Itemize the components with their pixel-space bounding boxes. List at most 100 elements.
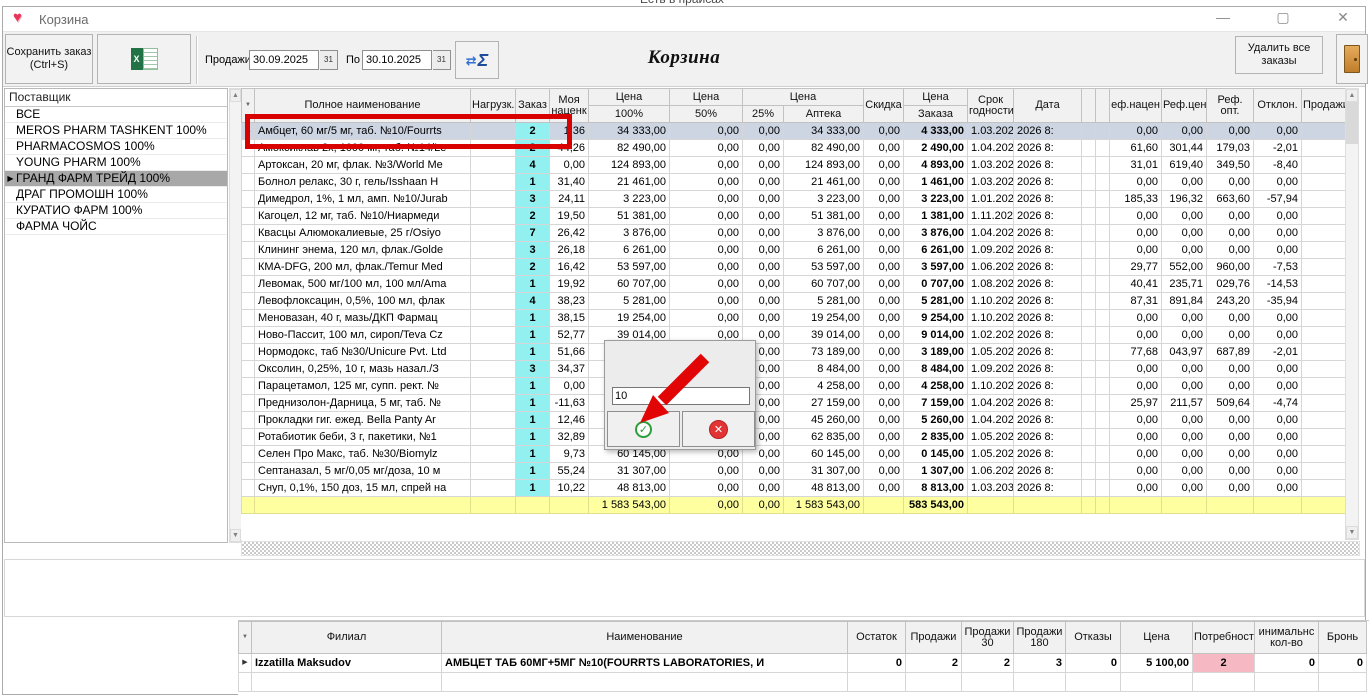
cell-order-price[interactable]: 5 260,00 — [904, 412, 968, 429]
row-marker[interactable] — [242, 225, 255, 242]
cell-sales[interactable] — [1302, 327, 1346, 344]
cell-date[interactable]: 2026 8: — [1014, 140, 1082, 157]
cell-date[interactable]: 2026 8: — [1014, 412, 1082, 429]
cell-ref-markup[interactable]: 0,00 — [1110, 123, 1162, 140]
cell-load[interactable] — [471, 208, 516, 225]
cell-ref-markup[interactable]: 40,41 — [1110, 276, 1162, 293]
cell-ref-price[interactable]: 0,00 — [1162, 123, 1207, 140]
cell-ref-opt[interactable]: 349,50 — [1207, 157, 1254, 174]
cell-apteka[interactable]: 27 159,00 — [784, 395, 864, 412]
cell-ref-opt[interactable]: 0,00 — [1207, 361, 1254, 378]
row-marker[interactable] — [242, 259, 255, 276]
cell-ref-opt[interactable]: 0,00 — [1207, 174, 1254, 191]
cell-apteka[interactable]: 3 876,00 — [784, 225, 864, 242]
cell-name[interactable]: Прокладки гиг. ежед. Bella Panty Ar — [255, 412, 471, 429]
cell-ref-price[interactable]: 552,00 — [1162, 259, 1207, 276]
cell-branch[interactable]: Izzatilla Maksudov — [252, 654, 442, 673]
row-marker[interactable] — [242, 157, 255, 174]
cell-price100[interactable]: 3 223,00 — [589, 191, 670, 208]
column-header[interactable]: 25% — [743, 106, 784, 123]
cell-markup[interactable]: 0,00 — [550, 157, 589, 174]
cell-sales[interactable] — [1302, 276, 1346, 293]
cell-date[interactable]: 2026 8: — [1014, 225, 1082, 242]
cell-ref-markup[interactable]: 0,00 — [1110, 412, 1162, 429]
cell-ref-markup[interactable]: 0,00 — [1110, 310, 1162, 327]
cell-sales[interactable] — [1302, 174, 1346, 191]
cell-order[interactable]: 1 — [516, 412, 550, 429]
cell-blank[interactable] — [1096, 157, 1110, 174]
cell-order[interactable]: 2 — [516, 123, 550, 140]
cell-discount[interactable]: 0,00 — [864, 378, 904, 395]
cell-deviation[interactable]: 0,00 — [1254, 225, 1302, 242]
cell-refusals[interactable]: 0 — [1066, 654, 1121, 673]
cell-order[interactable]: 3 — [516, 242, 550, 259]
cell-expiry[interactable]: 1.10.202 — [968, 293, 1014, 310]
cell-blank[interactable] — [1082, 157, 1096, 174]
cell-blank[interactable] — [1096, 140, 1110, 157]
column-header[interactable]: Филиал — [252, 622, 442, 654]
cell-sales[interactable] — [1302, 310, 1346, 327]
row-marker[interactable] — [242, 327, 255, 344]
cell-price25[interactable]: 0,00 — [743, 242, 784, 259]
row-marker[interactable] — [242, 361, 255, 378]
cell-ref-price[interactable]: 0,00 — [1162, 361, 1207, 378]
cell-sales[interactable] — [1302, 378, 1346, 395]
cell-order[interactable]: 2 — [516, 140, 550, 157]
cell-markup[interactable]: 26,42 — [550, 225, 589, 242]
cell-sales[interactable] — [1302, 157, 1346, 174]
cell-ref-price[interactable]: 043,97 — [1162, 344, 1207, 361]
cell-expiry[interactable]: 1.09.202 — [968, 242, 1014, 259]
cell-discount[interactable]: 0,00 — [864, 174, 904, 191]
cell-sales[interactable] — [1302, 225, 1346, 242]
cell-blank[interactable] — [1082, 225, 1096, 242]
cell-price50[interactable]: 0,00 — [670, 157, 743, 174]
cell-price100[interactable]: 21 461,00 — [589, 174, 670, 191]
column-header[interactable]: Аптека — [784, 106, 864, 123]
cell-blank[interactable] — [1096, 480, 1110, 497]
cell-ref-markup[interactable]: 0,00 — [1110, 361, 1162, 378]
grid-row[interactable]: Артоксан, 20 мг, флак. №3/World Me40,001… — [242, 157, 1346, 174]
cell-ref-price[interactable]: 619,40 — [1162, 157, 1207, 174]
cell-ref-opt[interactable]: 029,76 — [1207, 276, 1254, 293]
cell-ref-price[interactable]: 0,00 — [1162, 208, 1207, 225]
cell-ref-markup[interactable]: 0,00 — [1110, 463, 1162, 480]
cell-price50[interactable]: 0,00 — [670, 123, 743, 140]
column-header[interactable]: Реф. опт. — [1207, 89, 1254, 123]
column-header[interactable]: Цена — [1121, 622, 1193, 654]
cell-expiry[interactable]: 1.04.202 — [968, 225, 1014, 242]
cell-ref-markup[interactable]: 0,00 — [1110, 446, 1162, 463]
cell-blank[interactable] — [1096, 395, 1110, 412]
column-header[interactable]: Моя наценк — [550, 89, 589, 123]
cell-min-qty[interactable]: 0 — [1255, 654, 1319, 673]
cell-discount[interactable]: 0,00 — [864, 310, 904, 327]
cell-deviation[interactable]: -8,40 — [1254, 157, 1302, 174]
cell-discount[interactable]: 0,00 — [864, 208, 904, 225]
cell-name[interactable]: Амбцет, 60 мг/5 мг, таб. №10/Fourrts — [255, 123, 471, 140]
cell-blank[interactable] — [1082, 123, 1096, 140]
scroll-down-icon[interactable]: ▼ — [230, 529, 241, 542]
cell-name[interactable]: Левофлоксацин, 0,5%, 100 мл, флак — [255, 293, 471, 310]
scroll-up-icon[interactable]: ▲ — [230, 89, 241, 102]
cell-price25[interactable]: 0,00 — [743, 310, 784, 327]
cell-markup[interactable]: 31,40 — [550, 174, 589, 191]
cell-deviation[interactable]: 0,00 — [1254, 327, 1302, 344]
cell-apteka[interactable]: 4 258,00 — [784, 378, 864, 395]
row-marker[interactable] — [242, 395, 255, 412]
column-header[interactable] — [1096, 89, 1110, 123]
cell-price50[interactable]: 0,00 — [670, 293, 743, 310]
column-header[interactable]: Цена — [670, 89, 743, 106]
cell-price50[interactable]: 0,00 — [670, 480, 743, 497]
cell-name[interactable]: Преднизолон-Дарница, 5 мг, таб. № — [255, 395, 471, 412]
cell-blank[interactable] — [1082, 344, 1096, 361]
cell-name[interactable]: Димедрол, 1%, 1 мл, амп. №10/Jurab — [255, 191, 471, 208]
cell-price100[interactable]: 48 813,00 — [589, 480, 670, 497]
cell-price50[interactable]: 0,00 — [670, 140, 743, 157]
dialog-ok-button[interactable]: ✓ — [607, 411, 680, 447]
column-header[interactable]: еф.нацен — [1110, 89, 1162, 123]
supplier-item[interactable]: ДРАГ ПРОМОШН 100% — [5, 187, 227, 203]
supplier-item[interactable]: PHARMACOSMOS 100% — [5, 139, 227, 155]
cell-price25[interactable]: 0,00 — [743, 123, 784, 140]
column-header[interactable]: Срок годности — [968, 89, 1014, 123]
column-header[interactable]: Цена — [589, 89, 670, 106]
cell-blank[interactable] — [1082, 463, 1096, 480]
